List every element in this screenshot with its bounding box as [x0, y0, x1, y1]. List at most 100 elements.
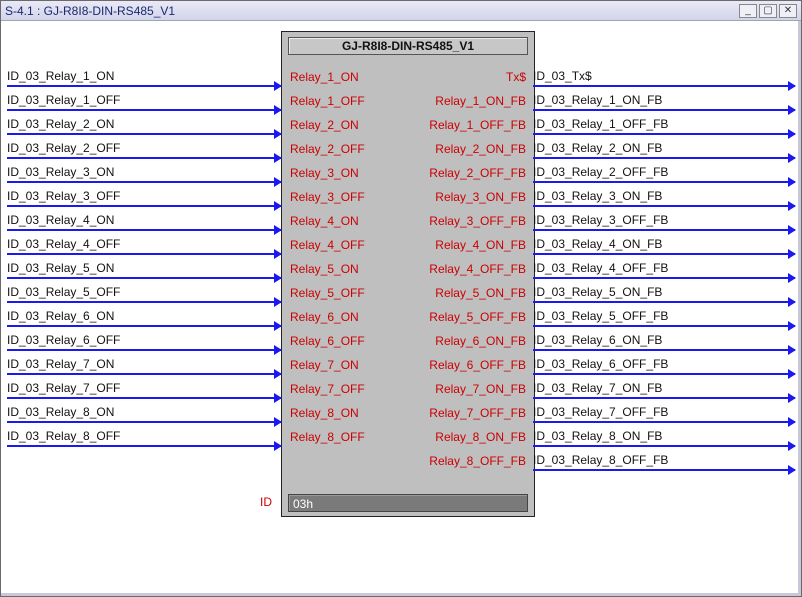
wire-line: [7, 349, 281, 351]
output-signal-wire[interactable]: ID_03_Relay_5_OFF_FB: [533, 305, 795, 327]
output-signal-wire[interactable]: ID_03_Relay_3_ON_FB: [533, 185, 795, 207]
block-output-port[interactable]: Relay_5_ON_FB: [435, 282, 526, 304]
block-output-port[interactable]: Relay_6_OFF_FB: [429, 354, 526, 376]
signal-label: ID_03_Relay_4_ON_FB: [533, 237, 795, 251]
signal-label: ID_03_Relay_1_ON: [7, 69, 281, 83]
block-output-port[interactable]: Relay_7_ON_FB: [435, 378, 526, 400]
input-signal-wire[interactable]: ID_03_Relay_2_OFF: [7, 137, 281, 159]
input-signal-wire[interactable]: ID_03_Relay_7_OFF: [7, 377, 281, 399]
wire-line: [7, 85, 281, 87]
signal-label: ID_03_Relay_4_ON: [7, 213, 281, 227]
signal-label: ID_03_Relay_6_OFF_FB: [533, 357, 795, 371]
arrow-icon: [788, 465, 796, 475]
output-signal-wire[interactable]: ID_03_Relay_7_ON_FB: [533, 377, 795, 399]
wire-line: [7, 181, 281, 183]
wire-line: [533, 253, 795, 255]
signal-label: ID_03_Relay_7_OFF: [7, 381, 281, 395]
input-signal-wire[interactable]: ID_03_Relay_3_OFF: [7, 185, 281, 207]
block-input-port[interactable]: Relay_5_OFF: [290, 282, 365, 304]
block-input-port[interactable]: Relay_6_ON: [290, 306, 359, 328]
maximize-button[interactable]: ▢: [759, 4, 777, 18]
output-signal-wire[interactable]: ID_03_Relay_6_ON_FB: [533, 329, 795, 351]
signal-label: ID_03_Tx$: [533, 69, 795, 83]
block-output-port[interactable]: Relay_8_OFF_FB: [429, 450, 526, 472]
block-output-port[interactable]: Relay_5_OFF_FB: [429, 306, 526, 328]
block-input-port[interactable]: Relay_3_ON: [290, 162, 359, 184]
close-button[interactable]: ✕: [779, 4, 797, 18]
input-signal-wire[interactable]: ID_03_Relay_4_OFF: [7, 233, 281, 255]
block-input-port[interactable]: Relay_7_OFF: [290, 378, 365, 400]
block-input-port[interactable]: Relay_4_OFF: [290, 234, 365, 256]
titlebar: S-4.1 : GJ-R8I8-DIN-RS485_V1 _ ▢ ✕: [1, 1, 801, 21]
output-signal-wire[interactable]: ID_03_Relay_8_ON_FB: [533, 425, 795, 447]
block-output-port[interactable]: Relay_8_ON_FB: [435, 426, 526, 448]
input-signal-wire[interactable]: ID_03_Relay_1_ON: [7, 65, 281, 87]
block-output-port[interactable]: Relay_1_ON_FB: [435, 90, 526, 112]
block-input-port[interactable]: Relay_2_OFF: [290, 138, 365, 160]
signal-label: ID_03_Relay_1_OFF: [7, 93, 281, 107]
input-signal-wire[interactable]: ID_03_Relay_6_ON: [7, 305, 281, 327]
signal-label: ID_03_Relay_6_ON: [7, 309, 281, 323]
output-signal-wire[interactable]: ID_03_Relay_4_OFF_FB: [533, 257, 795, 279]
output-signal-wire[interactable]: ID_03_Relay_3_OFF_FB: [533, 209, 795, 231]
signal-label: ID_03_Relay_8_OFF_FB: [533, 453, 795, 467]
block-id-field[interactable]: 03h: [288, 494, 528, 512]
wire-line: [533, 301, 795, 303]
minimize-button[interactable]: _: [739, 4, 757, 18]
output-signal-wire[interactable]: ID_03_Relay_2_OFF_FB: [533, 161, 795, 183]
input-signal-wire[interactable]: ID_03_Relay_8_OFF: [7, 425, 281, 447]
window-title: S-4.1 : GJ-R8I8-DIN-RS485_V1: [5, 4, 175, 18]
signal-label: ID_03_Relay_6_ON_FB: [533, 333, 795, 347]
block-input-port[interactable]: Relay_8_OFF: [290, 426, 365, 448]
block-input-port[interactable]: Relay_1_OFF: [290, 90, 365, 112]
input-signal-wire[interactable]: ID_03_Relay_8_ON: [7, 401, 281, 423]
output-signal-wire[interactable]: ID_03_Relay_4_ON_FB: [533, 233, 795, 255]
block-input-port[interactable]: Relay_1_ON: [290, 66, 359, 88]
function-block[interactable]: GJ-R8I8-DIN-RS485_V1 Relay_1_ONRelay_1_O…: [281, 31, 535, 517]
block-input-port[interactable]: Relay_5_ON: [290, 258, 359, 280]
output-signal-wire[interactable]: ID_03_Relay_6_OFF_FB: [533, 353, 795, 375]
diagram-canvas[interactable]: GJ-R8I8-DIN-RS485_V1 Relay_1_ONRelay_1_O…: [4, 21, 798, 593]
block-input-port[interactable]: Relay_4_ON: [290, 210, 359, 232]
input-signal-wire[interactable]: ID_03_Relay_5_OFF: [7, 281, 281, 303]
input-signal-wire[interactable]: ID_03_Relay_7_ON: [7, 353, 281, 375]
signal-label: ID_03_Relay_8_OFF: [7, 429, 281, 443]
block-output-port[interactable]: Relay_3_ON_FB: [435, 186, 526, 208]
wire-line: [533, 421, 795, 423]
input-signal-wire[interactable]: ID_03_Relay_5_ON: [7, 257, 281, 279]
input-signal-wire[interactable]: ID_03_Relay_2_ON: [7, 113, 281, 135]
output-signal-wire[interactable]: ID_03_Tx$: [533, 65, 795, 87]
block-input-port[interactable]: Relay_2_ON: [290, 114, 359, 136]
bottom-scroll-strip[interactable]: [1, 593, 801, 596]
output-signal-wire[interactable]: ID_03_Relay_5_ON_FB: [533, 281, 795, 303]
block-input-port[interactable]: Relay_6_OFF: [290, 330, 365, 352]
output-signal-wire[interactable]: ID_03_Relay_2_ON_FB: [533, 137, 795, 159]
signal-label: ID_03_Relay_3_ON: [7, 165, 281, 179]
wire-line: [533, 205, 795, 207]
output-signal-wire[interactable]: ID_03_Relay_1_ON_FB: [533, 89, 795, 111]
block-input-port[interactable]: Relay_7_ON: [290, 354, 359, 376]
input-signal-wire[interactable]: ID_03_Relay_4_ON: [7, 209, 281, 231]
block-output-port[interactable]: Relay_2_ON_FB: [435, 138, 526, 160]
window-buttons: _ ▢ ✕: [739, 4, 797, 18]
block-output-port[interactable]: Relay_2_OFF_FB: [429, 162, 526, 184]
wire-line: [533, 85, 795, 87]
block-input-port[interactable]: Relay_8_ON: [290, 402, 359, 424]
block-output-port[interactable]: Relay_4_ON_FB: [435, 234, 526, 256]
input-signal-wire[interactable]: ID_03_Relay_6_OFF: [7, 329, 281, 351]
block-output-port[interactable]: Relay_7_OFF_FB: [429, 402, 526, 424]
output-signal-wire[interactable]: ID_03_Relay_1_OFF_FB: [533, 113, 795, 135]
input-signal-wire[interactable]: ID_03_Relay_3_ON: [7, 161, 281, 183]
signal-label: ID_03_Relay_2_OFF: [7, 141, 281, 155]
function-block-title: GJ-R8I8-DIN-RS485_V1: [288, 37, 528, 55]
block-output-port[interactable]: Tx$: [506, 66, 526, 88]
output-signal-wire[interactable]: ID_03_Relay_7_OFF_FB: [533, 401, 795, 423]
block-input-port[interactable]: Relay_3_OFF: [290, 186, 365, 208]
block-output-port[interactable]: Relay_1_OFF_FB: [429, 114, 526, 136]
block-output-port[interactable]: Relay_3_OFF_FB: [429, 210, 526, 232]
output-signal-wire[interactable]: ID_03_Relay_8_OFF_FB: [533, 449, 795, 471]
input-signal-wire[interactable]: ID_03_Relay_1_OFF: [7, 89, 281, 111]
wire-line: [533, 109, 795, 111]
block-output-port[interactable]: Relay_6_ON_FB: [435, 330, 526, 352]
block-output-port[interactable]: Relay_4_OFF_FB: [429, 258, 526, 280]
